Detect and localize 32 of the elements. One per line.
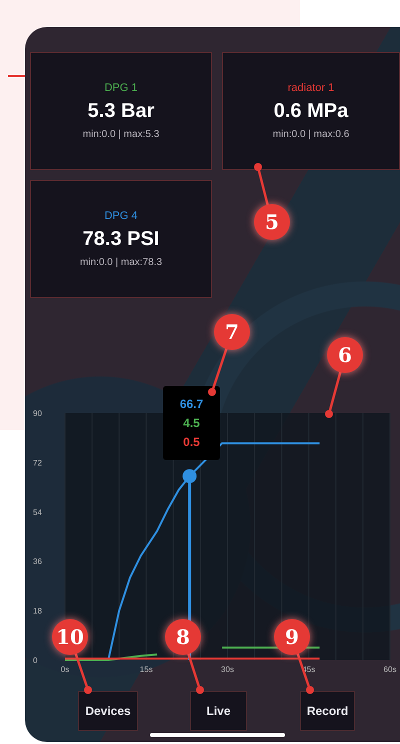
tooltip-value: 4.5 xyxy=(183,416,200,430)
y-tick-label: 18 xyxy=(33,606,42,616)
sensor-name: radiator 1 xyxy=(288,82,334,94)
x-tick-label: 60s xyxy=(384,665,396,674)
x-tick-label: 0s xyxy=(60,665,70,674)
sensor-card[interactable]: DPG 4 78.3 PSI min:0.0 | max:78.3 xyxy=(30,180,212,298)
y-tick-label: 54 xyxy=(33,508,42,517)
y-tick-label: 90 xyxy=(33,409,42,418)
x-tick-label: 30s xyxy=(221,665,234,674)
nav-button[interactable]: Live xyxy=(190,691,247,731)
sensor-value: 5.3 Bar xyxy=(88,100,154,123)
y-tick-label: 72 xyxy=(33,458,42,468)
tooltip-value: 0.5 xyxy=(183,435,200,449)
sensor-range: min:0.0 | max:78.3 xyxy=(80,257,162,268)
tooltip-value: 66.7 xyxy=(180,397,204,411)
cursor-dot[interactable] xyxy=(182,469,197,484)
sensor-card[interactable]: DPG 1 5.3 Bar min:0.0 | max:5.3 xyxy=(30,52,212,170)
sensor-value: 78.3 PSI xyxy=(82,228,160,251)
y-tick-label: 36 xyxy=(33,557,42,566)
callout-marker: 10 xyxy=(52,619,88,655)
y-tick-label: 0 xyxy=(33,656,38,665)
nav-button[interactable]: Devices xyxy=(78,691,138,731)
sensor-name: DPG 1 xyxy=(104,82,138,94)
sensor-name: DPG 4 xyxy=(104,210,138,222)
leader-line xyxy=(8,75,25,77)
sensor-range: min:0.0 | max:5.3 xyxy=(82,129,160,140)
nav-button[interactable]: Record xyxy=(300,691,355,731)
sensor-card[interactable]: radiator 1 0.6 MPa min:0.0 | max:0.6 xyxy=(222,52,400,170)
sensor-value: 0.6 MPa xyxy=(274,100,348,123)
sensor-range: min:0.0 | max:0.6 xyxy=(272,129,350,140)
callout-marker: 6 xyxy=(327,337,363,373)
x-tick-label: 15s xyxy=(140,665,153,674)
